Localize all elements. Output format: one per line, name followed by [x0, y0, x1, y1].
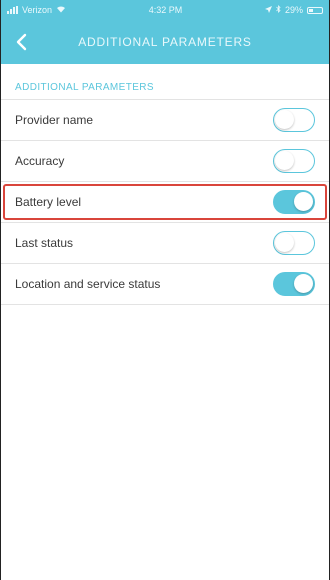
toggle-knob — [275, 233, 294, 252]
status-bar: Verizon 4:32 PM 29% — [1, 0, 329, 20]
parameter-row-provider-name: Provider name — [1, 100, 329, 141]
status-time: 4:32 PM — [148, 5, 183, 15]
toggle-knob — [275, 110, 294, 129]
last-status-toggle[interactable] — [273, 231, 315, 255]
parameter-label: Location and service status — [15, 277, 161, 291]
parameter-row-accuracy: Accuracy — [1, 141, 329, 182]
toggle-knob — [294, 192, 313, 211]
parameter-label: Accuracy — [15, 154, 65, 168]
parameter-list: Provider name Accuracy Battery level Las… — [1, 100, 329, 305]
parameter-label: Provider name — [15, 113, 94, 127]
parameter-row-location-service-status: Location and service status — [1, 264, 329, 305]
wifi-icon — [56, 5, 66, 15]
parameter-label: Battery level — [15, 195, 82, 209]
chevron-left-icon — [16, 33, 27, 51]
signal-icon — [7, 6, 18, 14]
back-button[interactable] — [15, 20, 45, 64]
accuracy-toggle[interactable] — [273, 149, 315, 173]
provider-name-toggle[interactable] — [273, 108, 315, 132]
battery-level-toggle[interactable] — [273, 190, 315, 214]
parameter-row-battery-level: Battery level — [1, 182, 329, 223]
carrier-label: Verizon — [22, 5, 53, 15]
status-left: Verizon — [7, 5, 66, 15]
battery-icon — [306, 6, 323, 14]
phone-screen: Verizon 4:32 PM 29% ADDITIONAL PARAMETER… — [0, 0, 330, 580]
section-header: ADDITIONAL PARAMETERS — [1, 64, 329, 100]
nav-bar: ADDITIONAL PARAMETERS — [1, 20, 329, 64]
status-right: 29% — [264, 5, 323, 15]
parameter-label: Last status — [15, 236, 74, 250]
bluetooth-icon — [276, 5, 281, 15]
toggle-knob — [275, 151, 294, 170]
location-arrow-icon — [264, 5, 272, 15]
toggle-knob — [294, 274, 313, 293]
parameter-row-last-status: Last status — [1, 223, 329, 264]
location-service-status-toggle[interactable] — [273, 272, 315, 296]
battery-percent: 29% — [284, 5, 303, 15]
page-title: ADDITIONAL PARAMETERS — [78, 35, 252, 49]
